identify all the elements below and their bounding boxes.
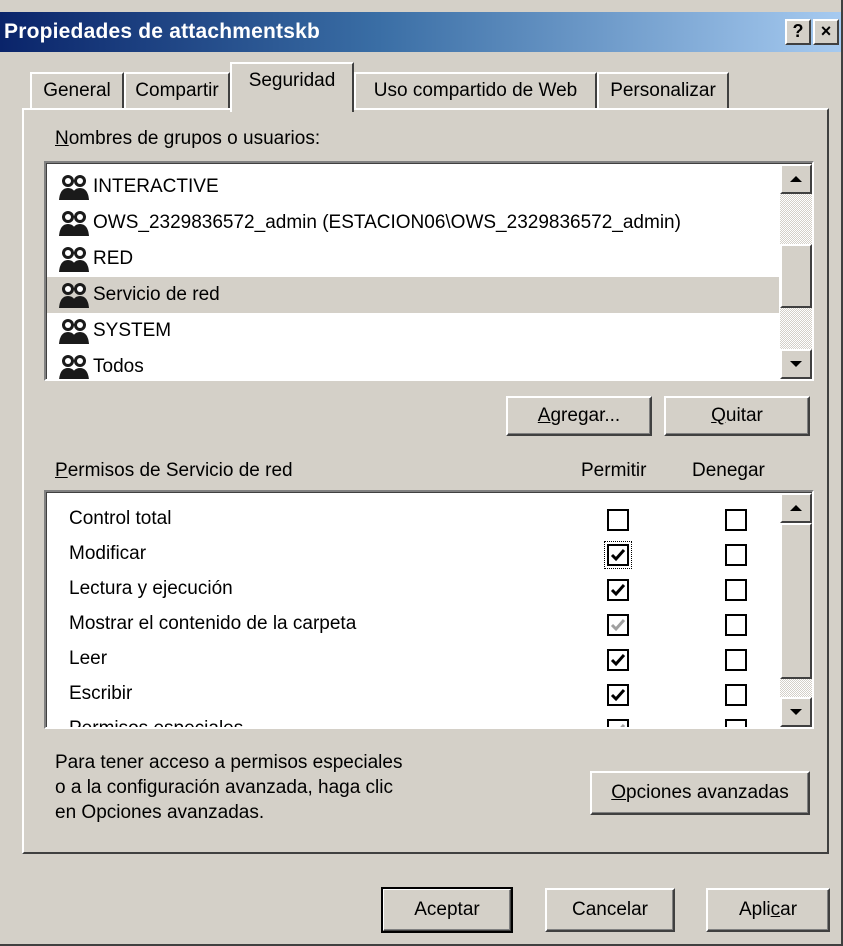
arrow-up-icon [790, 176, 802, 182]
users-group-icon [59, 319, 89, 344]
checkmark-icon [610, 584, 626, 597]
deny-checkbox-lectura-ejecucion[interactable] [725, 579, 747, 601]
ok-button[interactable]: Aceptar [381, 887, 513, 933]
window-title: Propiedades de attachmentskb [4, 20, 321, 43]
permission-row: Lectura y ejecución [47, 571, 787, 606]
users-group-icon [59, 283, 89, 308]
title-bar[interactable]: Propiedades de attachmentskb ? × [0, 12, 841, 52]
users-group-icon [59, 175, 89, 200]
checkmark-disabled-icon [620, 724, 626, 727]
users-group-icon [59, 247, 89, 272]
close-icon: × [820, 21, 832, 41]
close-button[interactable]: × [813, 19, 839, 45]
cancel-button[interactable]: Cancelar [545, 888, 675, 932]
remove-button[interactable]: Quitar [664, 396, 810, 436]
permission-row: Leer [47, 641, 787, 676]
allow-checkbox-modificar[interactable] [604, 541, 632, 569]
properties-dialog: Propiedades de attachmentskb ? × General… [0, 0, 843, 946]
apply-button[interactable]: Apli c ar [706, 888, 830, 932]
tab-compartir[interactable]: Compartir [124, 72, 230, 110]
users-listbox[interactable]: INTERACTIVE OWS_2329836572_admin (ESTACI… [44, 161, 814, 381]
help-icon: ? [792, 21, 804, 41]
permissions-scrollbar[interactable] [780, 493, 812, 727]
deny-checkbox-control-total[interactable] [725, 509, 747, 531]
permission-row: Escribir [47, 676, 787, 711]
list-item-user-selected[interactable]: Servicio de red [47, 277, 779, 313]
advanced-options-button[interactable]: Opciones avanzadas [590, 771, 810, 815]
arrow-up-icon [790, 505, 802, 511]
allow-checkbox-mostrar-contenido[interactable] [607, 614, 629, 636]
allow-checkbox-leer[interactable] [607, 649, 629, 671]
arrow-down-icon [790, 361, 802, 367]
help-button[interactable]: ? [785, 19, 811, 45]
scroll-up-button[interactable] [780, 164, 812, 194]
permissions-label: Permisos de Servicio de red [55, 460, 293, 481]
permission-row: Mostrar el contenido de la carpeta [47, 606, 787, 641]
list-item-user[interactable]: RED [47, 241, 779, 277]
users-group-icon [59, 355, 89, 379]
allow-checkbox-lectura-ejecucion[interactable] [607, 579, 629, 601]
deny-column-header: Denegar [692, 460, 765, 481]
checkmark-icon [610, 549, 626, 562]
allow-checkbox-control-total[interactable] [607, 509, 629, 531]
add-button[interactable]: Agregar... [506, 396, 652, 436]
advanced-description: Para tener acceso a permisos especiales … [55, 752, 403, 823]
users-group-icon [59, 211, 89, 236]
permission-row: Modificar [47, 536, 787, 571]
deny-checkbox-escribir[interactable] [725, 684, 747, 706]
scroll-up-button[interactable] [780, 493, 812, 523]
scroll-thumb[interactable] [780, 244, 812, 308]
tab-general[interactable]: General [30, 72, 124, 110]
permission-row: Control total [47, 501, 787, 536]
tab-seguridad[interactable]: Seguridad [230, 62, 354, 112]
deny-checkbox-leer[interactable] [725, 649, 747, 671]
allow-checkbox-permisos-especiales[interactable] [607, 719, 629, 727]
tab-personalizar[interactable]: Personalizar [597, 72, 729, 110]
permissions-listbox[interactable]: Control total Modificar Lectura y ejecuc… [44, 490, 814, 729]
arrow-down-icon [790, 709, 802, 715]
allow-checkbox-escribir[interactable] [607, 684, 629, 706]
checkmark-icon [610, 689, 626, 702]
scroll-down-button[interactable] [780, 697, 812, 727]
allow-column-header: Permitir [581, 460, 647, 481]
scroll-down-button[interactable] [780, 349, 812, 379]
groups-label: Nombres de grupos o usuarios: [55, 128, 321, 149]
list-item-user[interactable]: OWS_2329836572_admin (ESTACION06\OWS_232… [47, 205, 779, 241]
scroll-thumb[interactable] [780, 523, 812, 679]
deny-checkbox-permisos-especiales[interactable] [725, 719, 747, 727]
checkmark-disabled-icon [610, 619, 626, 632]
list-item-user[interactable]: Todos [47, 349, 779, 379]
deny-checkbox-modificar[interactable] [725, 544, 747, 566]
list-item-user[interactable]: SYSTEM [47, 313, 779, 349]
permission-row: Permisos especiales [47, 711, 787, 727]
deny-checkbox-mostrar-contenido[interactable] [725, 614, 747, 636]
tab-uso-compartido-web[interactable]: Uso compartido de Web [354, 72, 597, 110]
users-scrollbar[interactable] [780, 164, 812, 379]
list-item-user[interactable]: INTERACTIVE [47, 169, 779, 205]
checkmark-icon [610, 654, 626, 667]
